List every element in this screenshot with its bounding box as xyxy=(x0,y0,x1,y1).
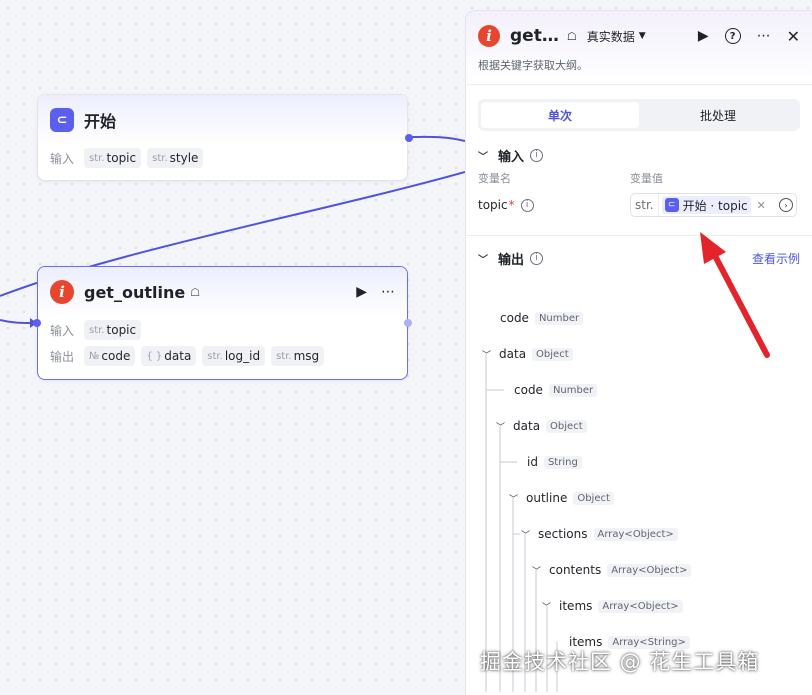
tree-node[interactable]: code Number xyxy=(500,308,584,328)
input-label: 输入 xyxy=(50,323,75,338)
info-icon[interactable]: i xyxy=(530,148,544,162)
watermark: 掘金技术社区 @ 花生工具箱 xyxy=(480,650,760,674)
outline-node-title: get_outline xyxy=(84,282,186,302)
chevron-down-icon: ﹀ xyxy=(532,566,542,577)
close-icon[interactable]: ✕ xyxy=(787,27,800,46)
tree-node[interactable]: ﹀ items Array<Object> xyxy=(542,596,683,616)
chevron-down-icon[interactable]: ﹀ xyxy=(478,148,488,163)
param-chip: str. log_id xyxy=(202,346,266,366)
output-label: 输出 xyxy=(50,349,75,364)
edge-into-outline xyxy=(0,319,31,324)
more-icon[interactable]: ⋯ xyxy=(757,28,771,44)
outline-node-header: i get_outline ☖ ▶ ⋯ xyxy=(38,267,407,317)
chevron-down-icon: ﹀ xyxy=(542,602,552,613)
caret-down-icon[interactable]: ▼ xyxy=(639,31,646,41)
chevron-down-icon: ﹀ xyxy=(482,350,492,361)
output-section-header[interactable]: ﹀ 输出 i 查看示例 xyxy=(478,244,800,272)
node-detail-panel: i get… ☖ 真实数据 ▼ ▶ ? ⋯ ✕ 根据关键字获取大纲。 单次 批处… xyxy=(465,10,812,695)
variable-picker-icon[interactable]: › xyxy=(779,198,793,212)
tree-node[interactable]: ﹀ data Object xyxy=(496,416,587,436)
param-chip: str. style xyxy=(147,148,204,168)
output-section: ﹀ 输出 i 查看示例 xyxy=(466,244,812,272)
chevron-down-icon: ﹀ xyxy=(509,494,519,505)
tree-node[interactable]: id String xyxy=(527,452,582,472)
tree-guide-lines xyxy=(485,354,558,692)
workflow-canvas[interactable]: ⊂ 开始 输入 str. topic str. style i get_outlin… xyxy=(0,0,465,695)
run-icon[interactable]: ▶ xyxy=(698,28,709,44)
param-chip: str. topic xyxy=(84,148,142,168)
start-output-port[interactable] xyxy=(405,134,413,142)
start-node-input-row: 输入 str. topic str. style xyxy=(38,145,407,171)
value-type: str. xyxy=(631,194,659,216)
tree-node[interactable]: ﹀ data Object xyxy=(482,344,573,364)
info-icon[interactable]: i xyxy=(530,251,544,265)
var-value-field[interactable]: str. ⊂ 开始 · topic ✕ › xyxy=(630,193,797,217)
tree-node[interactable]: code Number xyxy=(514,380,598,400)
outline-input-port[interactable] xyxy=(33,319,41,327)
input-section-header[interactable]: ﹀ 输入 i xyxy=(478,141,800,169)
col-var-name: 变量名 xyxy=(478,172,511,185)
outline-node-input-row: 输入 str. topic xyxy=(38,317,407,343)
chevron-down-icon: ﹀ xyxy=(521,530,531,541)
value-reference-tag: ⊂ 开始 · topic xyxy=(661,196,751,214)
panel-title: get… xyxy=(510,26,559,46)
required-mark: * xyxy=(508,198,515,212)
param-chip: № code xyxy=(84,346,136,366)
start-icon: ⊂ xyxy=(50,108,74,132)
clear-icon[interactable]: ✕ xyxy=(757,199,766,212)
help-icon[interactable]: ? xyxy=(724,28,741,44)
param-chip: { } data xyxy=(141,346,197,366)
mode-select[interactable]: 真实数据 xyxy=(587,28,635,45)
var-name: topic * i xyxy=(478,198,630,212)
tree-node[interactable]: ﹀ contents Array<Object> xyxy=(532,560,692,580)
output-section-title: 输出 xyxy=(498,252,525,268)
ghost-icon: ☖ xyxy=(190,285,201,299)
input-section-title: 输入 xyxy=(498,149,525,165)
view-example-link[interactable]: 查看示例 xyxy=(752,250,800,267)
col-var-value: 变量值 xyxy=(630,172,663,185)
outline-output-port[interactable] xyxy=(404,319,412,327)
ghost-icon: ☖ xyxy=(566,29,577,43)
chevron-down-icon: ﹀ xyxy=(496,422,506,433)
outline-node[interactable]: i get_outline ☖ ▶ ⋯ 输入 str. topic 输出 № cod… xyxy=(33,266,412,380)
start-node-title: 开始 xyxy=(84,112,117,131)
start-icon: ⊂ xyxy=(664,198,679,212)
run-mode-tabs: 单次 批处理 xyxy=(478,99,800,131)
tab-single[interactable]: 单次 xyxy=(481,102,639,128)
output-tree: code Number ﹀ data Object code Number ﹀ data O… xyxy=(466,272,812,692)
param-chip: str. msg xyxy=(271,346,325,366)
plugin-icon: i xyxy=(50,280,74,304)
panel-header: i get… ☖ 真实数据 ▼ ▶ ? ⋯ ✕ 根据关键字获取大纲。 xyxy=(466,11,812,85)
section-divider xyxy=(466,235,812,236)
start-node[interactable]: ⊂ 开始 输入 str. topic str. style xyxy=(37,94,413,181)
panel-description: 根据关键字获取大纲。 xyxy=(478,59,588,72)
info-icon[interactable]: i xyxy=(520,198,534,212)
more-icon[interactable]: ⋯ xyxy=(381,284,395,300)
edge-start-to-panel xyxy=(408,135,465,142)
plugin-icon: i xyxy=(478,25,500,47)
input-label: 输入 xyxy=(50,151,75,166)
chevron-down-icon[interactable]: ﹀ xyxy=(478,251,488,266)
start-node-header: ⊂ 开始 xyxy=(38,95,407,145)
run-icon[interactable]: ▶ xyxy=(356,284,367,300)
input-var-row: topic * i str. ⊂ 开始 · topic ✕ › xyxy=(478,187,800,223)
tab-batch[interactable]: 批处理 xyxy=(639,102,797,128)
input-section: ﹀ 输入 i 变量名 变量值 topic * i str. ⊂ 开始 · topi… xyxy=(466,141,812,223)
tree-node[interactable]: ﹀ outline Object xyxy=(509,488,614,508)
param-chip: str. topic xyxy=(84,320,142,340)
input-column-headers: 变量名 变量值 xyxy=(478,169,800,187)
tree-node[interactable]: ﹀ sections Array<Object> xyxy=(521,524,678,544)
outline-node-output-row: 输出 № code { } data str. log_id str. msg xyxy=(38,343,407,369)
